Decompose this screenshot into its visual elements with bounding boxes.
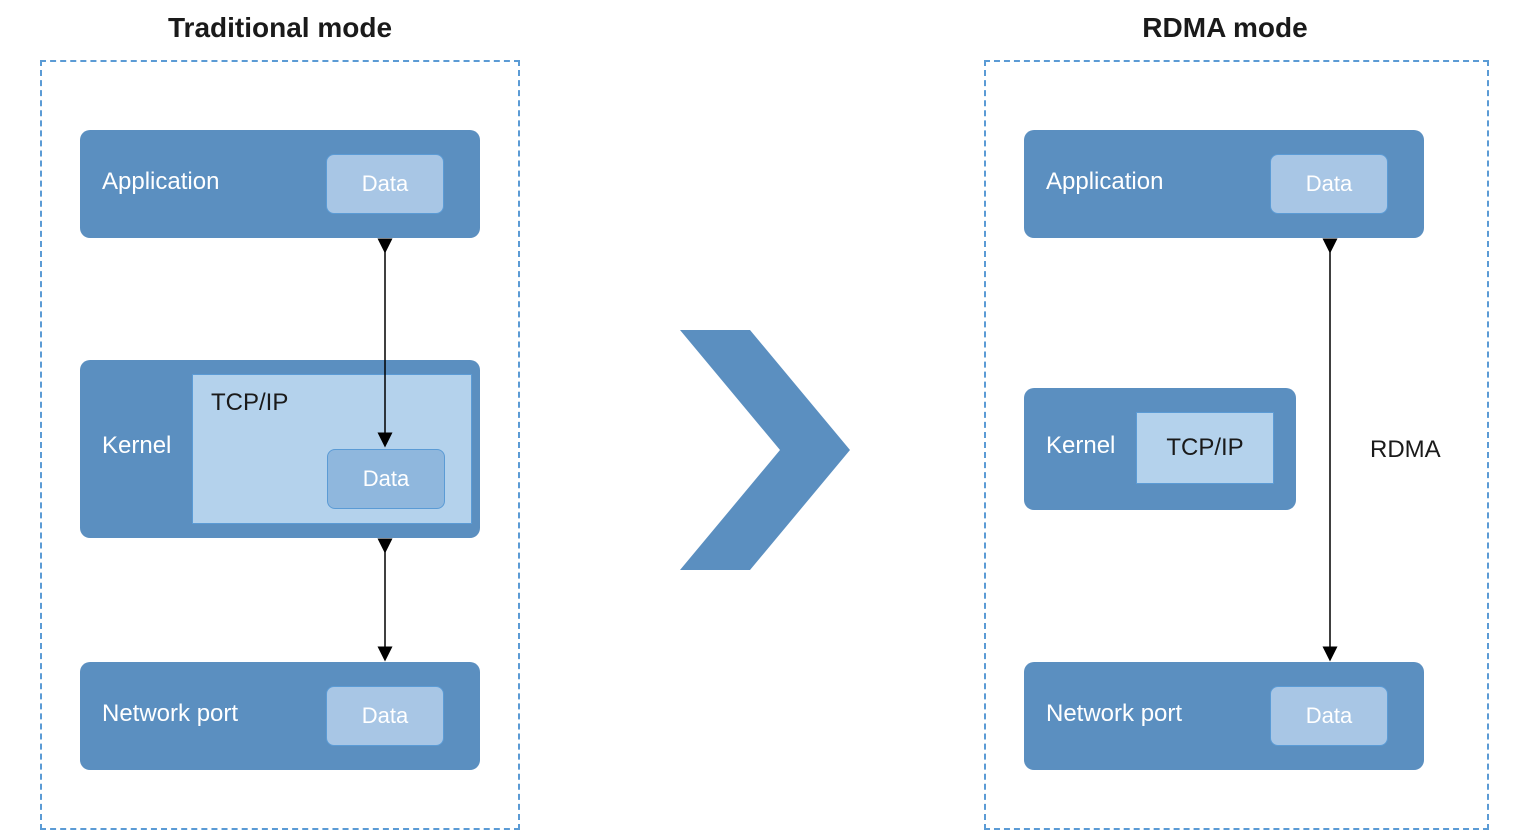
label-rdma: RDMA	[1370, 436, 1441, 464]
block-kernel-left: Kernel TCP/IP Data	[80, 360, 480, 538]
label-tcpip-right: TCP/IP	[1166, 434, 1243, 462]
label-application-left: Application	[102, 168, 219, 196]
label-tcpip-left: TCP/IP	[211, 389, 288, 417]
data-chip-application-right: Data	[1270, 154, 1388, 214]
label-application-right: Application	[1046, 168, 1163, 196]
tcpip-box-right: TCP/IP	[1136, 412, 1274, 484]
label-kernel-left: Kernel	[102, 432, 171, 460]
chevron-icon	[680, 330, 850, 570]
block-network-left: Network port Data	[80, 662, 480, 770]
data-chip-network-right: Data	[1270, 686, 1388, 746]
tcpip-box-left: TCP/IP Data	[192, 374, 472, 524]
title-rdma: RDMA mode	[1025, 12, 1425, 44]
label-kernel-right: Kernel	[1046, 432, 1115, 460]
data-chip-kernel-left: Data	[327, 449, 445, 509]
data-chip-network-left: Data	[326, 686, 444, 746]
label-network-right: Network port	[1046, 700, 1182, 728]
block-application-right: Application Data	[1024, 130, 1424, 238]
data-chip-application-left: Data	[326, 154, 444, 214]
block-kernel-right: Kernel TCP/IP	[1024, 388, 1296, 510]
label-network-left: Network port	[102, 700, 238, 728]
title-traditional: Traditional mode	[80, 12, 480, 44]
block-application-left: Application Data	[80, 130, 480, 238]
block-network-right: Network port Data	[1024, 662, 1424, 770]
